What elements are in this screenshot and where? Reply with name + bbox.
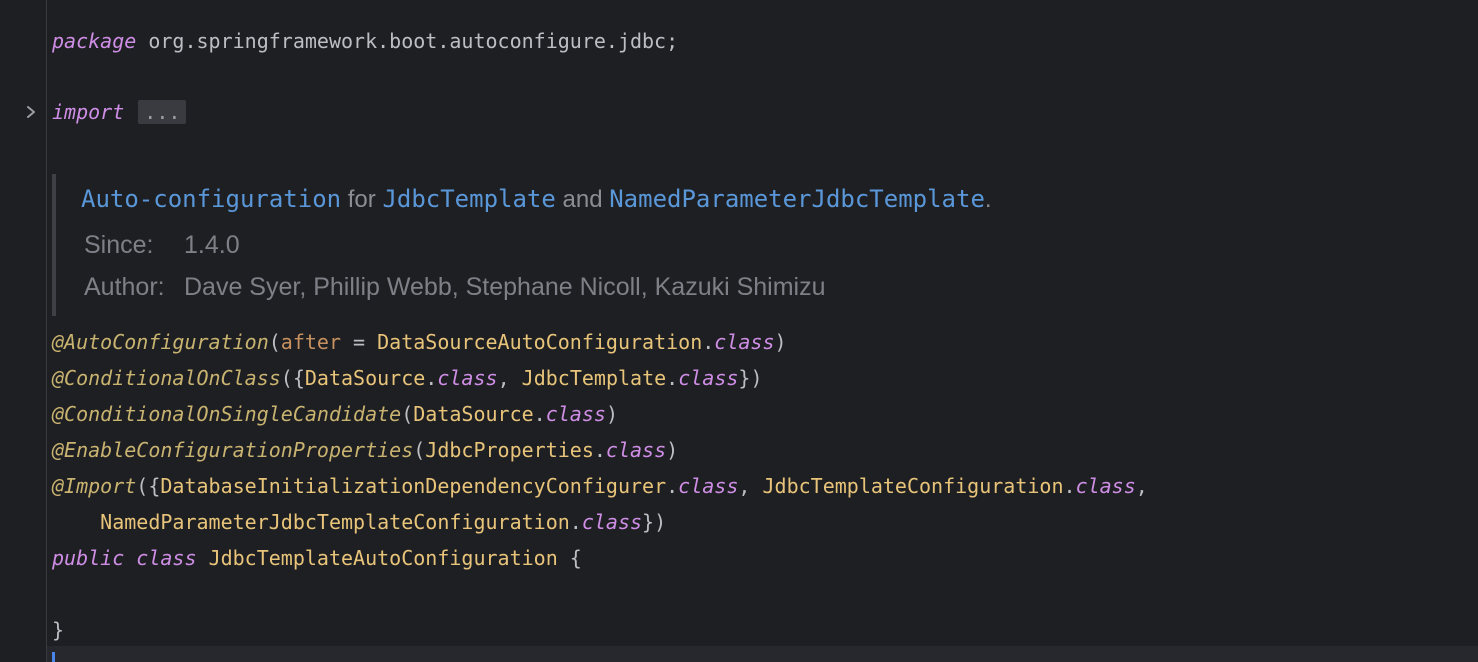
- class-keyword: class: [605, 438, 667, 462]
- separator: ,: [497, 366, 522, 390]
- class-keyword: class: [581, 510, 643, 534]
- current-line-highlight: [47, 646, 1478, 662]
- javadoc-bar: [52, 174, 56, 316]
- dot: .: [666, 474, 679, 498]
- paren: }): [642, 510, 667, 534]
- class-ref: DataSourceAutoConfiguration: [377, 330, 703, 354]
- dot: .: [593, 438, 606, 462]
- annotation-name: @AutoConfiguration: [52, 330, 269, 354]
- package-keyword: package: [52, 29, 137, 53]
- class-keyword: class: [714, 330, 775, 354]
- separator: ,: [1135, 474, 1148, 498]
- import-line[interactable]: import ...: [52, 100, 187, 124]
- paren: (: [268, 330, 281, 354]
- class-ref: NamedParameterJdbcTemplateConfiguration: [100, 510, 570, 534]
- package-name: org.springframework.boot.autoconfigure.j…: [136, 29, 679, 53]
- since-value: 1.4.0: [184, 231, 240, 259]
- javadoc-author: Author: Dave Syer, Phillip Webb, Stephane…: [84, 272, 826, 302]
- doc-link-named-parameter-jdbc-template[interactable]: NamedParameterJdbcTemplate: [609, 185, 985, 213]
- author-value: Dave Syer, Phillip Webb, Stephane Nicoll…: [184, 273, 826, 301]
- text-caret: [52, 652, 55, 662]
- equals: =: [341, 330, 378, 354]
- class-keyword: class: [1075, 474, 1136, 498]
- class-declaration[interactable]: public class JdbcTemplateAutoConfigurati…: [52, 546, 582, 570]
- class-ref: DataSource: [304, 366, 426, 390]
- class-ref: JdbcProperties: [425, 438, 594, 462]
- class-keyword: class: [678, 366, 739, 390]
- annotation-name: @ConditionalOnSingleCandidate: [52, 402, 402, 426]
- package-line[interactable]: package org.springframework.boot.autocon…: [52, 29, 678, 53]
- chevron-right-icon[interactable]: [24, 100, 42, 124]
- class-keyword: class: [678, 474, 739, 498]
- doc-text-period: .: [984, 186, 992, 213]
- doc-link-auto-configuration[interactable]: Auto-configuration: [81, 185, 341, 213]
- javadoc-block: Auto-configuration for JdbcTemplate and …: [52, 174, 1052, 316]
- annotation-name: @Import: [52, 474, 137, 498]
- paren: ({: [280, 366, 305, 390]
- paren: ): [605, 402, 618, 426]
- class-ref: JdbcTemplateConfiguration: [762, 474, 1064, 498]
- class-ref: JdbcTemplate: [521, 366, 667, 390]
- class-keyword: class: [437, 366, 498, 390]
- paren: ): [666, 438, 679, 462]
- author-label: Author:: [84, 273, 165, 301]
- since-label: Since:: [84, 231, 154, 259]
- doc-link-jdbc-template[interactable]: JdbcTemplate: [382, 185, 555, 213]
- paren: ): [774, 330, 787, 354]
- param-name: after: [280, 330, 342, 354]
- dot: .: [1063, 474, 1076, 498]
- annotation-name: @ConditionalOnClass: [52, 366, 281, 390]
- folded-imports[interactable]: ...: [138, 100, 187, 124]
- annotation-import[interactable]: @Import({DatabaseInitializationDependenc…: [52, 474, 1148, 498]
- paren: (: [413, 438, 426, 462]
- annotation-conditional-on-class[interactable]: @ConditionalOnClass({DataSource.class, J…: [52, 366, 763, 390]
- annotation-conditional-on-single-candidate[interactable]: @ConditionalOnSingleCandidate(DataSource…: [52, 402, 618, 426]
- gutter-divider: [46, 0, 47, 662]
- annotation-import-continuation[interactable]: NamedParameterJdbcTemplateConfiguration.…: [52, 510, 666, 534]
- code-editor[interactable]: package org.springframework.boot.autocon…: [0, 0, 1478, 662]
- doc-text-for: for: [341, 186, 383, 213]
- close-brace: }: [52, 618, 65, 642]
- annotation-auto-configuration[interactable]: @AutoConfiguration(after = DataSourceAut…: [52, 330, 787, 354]
- dot: .: [569, 510, 582, 534]
- close-brace-line[interactable]: }: [52, 618, 64, 642]
- class-keyword: class: [136, 546, 197, 570]
- doc-text-and: and: [555, 186, 610, 213]
- separator: ,: [738, 474, 763, 498]
- paren: (: [401, 402, 414, 426]
- class-ref: DataSource: [413, 402, 534, 426]
- public-keyword: public: [52, 546, 125, 570]
- dot: .: [425, 366, 438, 390]
- annotation-name: @EnableConfigurationProperties: [52, 438, 414, 462]
- open-brace: {: [557, 546, 582, 570]
- class-keyword: class: [545, 402, 606, 426]
- paren: }): [738, 366, 763, 390]
- class-ref: DatabaseInitializationDependencyConfigur…: [160, 474, 667, 498]
- javadoc-summary: Auto-configuration for JdbcTemplate and …: [81, 184, 992, 215]
- class-name: JdbcTemplateAutoConfiguration: [208, 546, 558, 570]
- javadoc-since: Since: 1.4.0: [84, 230, 240, 260]
- dot: .: [533, 402, 546, 426]
- dot: .: [702, 330, 715, 354]
- annotation-enable-configuration-properties[interactable]: @EnableConfigurationProperties(JdbcPrope…: [52, 438, 678, 462]
- dot: .: [666, 366, 679, 390]
- paren: ({: [136, 474, 161, 498]
- import-keyword: import: [52, 100, 125, 124]
